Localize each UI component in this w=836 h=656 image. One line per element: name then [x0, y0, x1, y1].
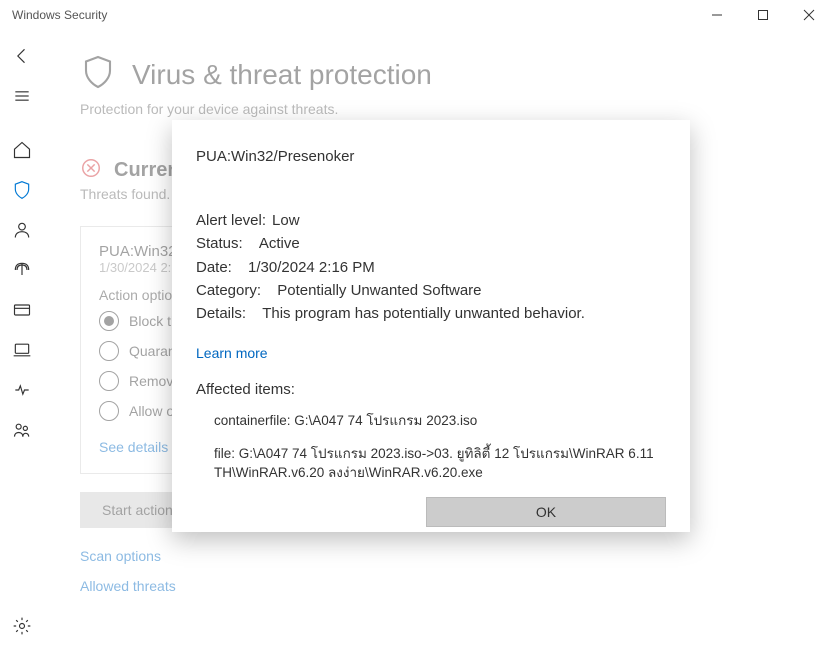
dialog-body: Alert level: Low Status: Active Date: 1/…: [196, 209, 666, 325]
window-title: Windows Security: [12, 8, 694, 22]
affected-items-title: Affected items:: [196, 381, 666, 398]
learn-more-link[interactable]: Learn more: [196, 345, 666, 361]
status-value: Active: [259, 232, 300, 255]
radio-icon: [99, 341, 119, 361]
category-value: Potentially Unwanted Software: [277, 279, 481, 302]
details-value: This program has potentially unwanted be…: [262, 302, 585, 325]
status-label: Status:: [196, 232, 243, 255]
back-button[interactable]: [0, 38, 44, 78]
page-subtitle: Protection for your device against threa…: [80, 101, 800, 117]
category-label: Category:: [196, 279, 261, 302]
sidebar-item-app-browser[interactable]: [0, 292, 44, 332]
maximize-button[interactable]: [740, 0, 786, 30]
allowed-threats-link[interactable]: Allowed threats: [80, 578, 176, 594]
alert-level-value: Low: [272, 209, 300, 232]
affected-item: file: G:\A047 74 โปรแกรม 2023.iso->03. ย…: [214, 445, 666, 483]
date-label: Date:: [196, 256, 232, 279]
title-bar: Windows Security: [0, 0, 836, 30]
sidebar-item-family[interactable]: [0, 412, 44, 452]
dialog-title: PUA:Win32/Presenoker: [196, 148, 666, 165]
radio-icon: [99, 311, 119, 331]
radio-icon: [99, 401, 119, 421]
sidebar: [0, 30, 44, 656]
sidebar-item-device-security[interactable]: [0, 332, 44, 372]
shield-icon: [80, 54, 116, 95]
threat-icon: [80, 157, 102, 184]
scan-options-link[interactable]: Scan options: [80, 548, 800, 564]
sidebar-item-home[interactable]: [0, 132, 44, 172]
radio-icon: [99, 371, 119, 391]
sidebar-item-virus[interactable]: [0, 172, 44, 212]
minimize-button[interactable]: [694, 0, 740, 30]
close-button[interactable]: [786, 0, 832, 30]
menu-button[interactable]: [0, 78, 44, 118]
details-label: Details:: [196, 302, 246, 325]
sidebar-item-firewall[interactable]: [0, 252, 44, 292]
page-title: Virus & threat protection: [132, 59, 432, 91]
affected-item: containerfile: G:\A047 74 โปรแกรม 2023.i…: [214, 412, 666, 431]
threat-details-dialog: PUA:Win32/Presenoker Alert level: Low St…: [172, 120, 690, 532]
see-details-link[interactable]: See details: [99, 439, 168, 455]
ok-button[interactable]: OK: [426, 497, 666, 527]
window-controls: [694, 0, 832, 30]
date-value: 1/30/2024 2:16 PM: [248, 256, 375, 279]
sidebar-item-device-health[interactable]: [0, 372, 44, 412]
sidebar-item-settings[interactable]: [0, 608, 44, 648]
alert-level-label: Alert level:: [196, 209, 266, 232]
sidebar-item-account[interactable]: [0, 212, 44, 252]
